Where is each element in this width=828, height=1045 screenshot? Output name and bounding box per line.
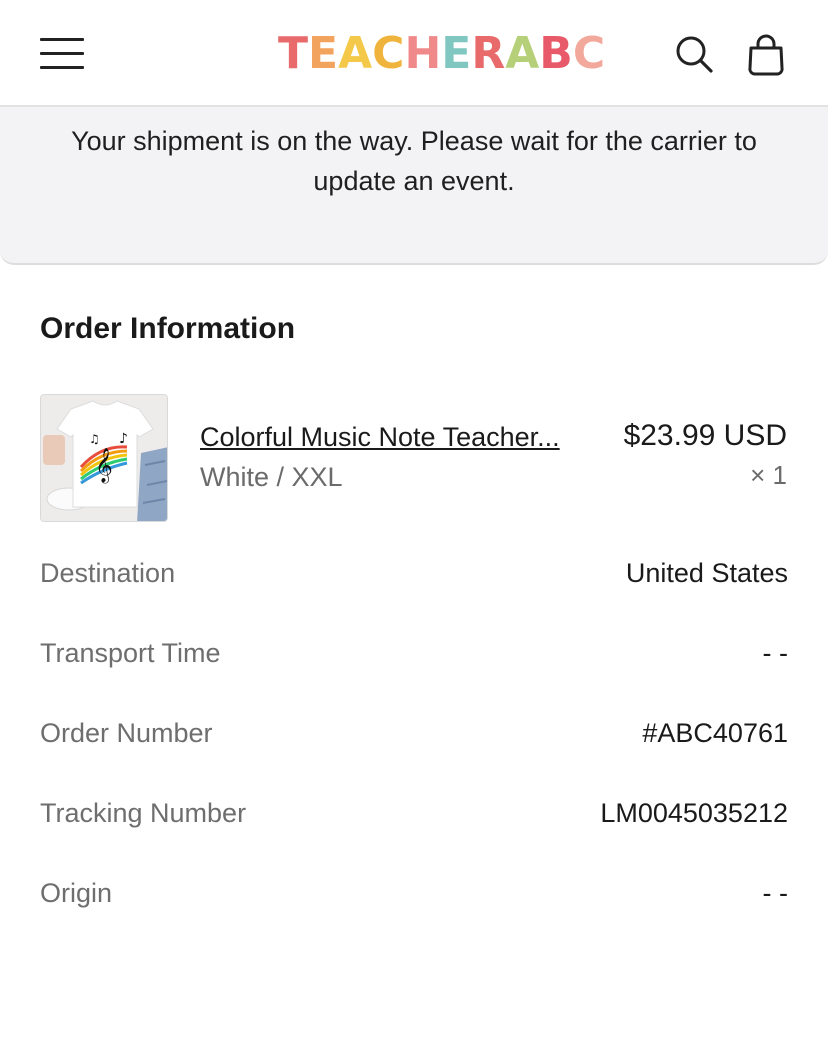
logo-letter: B — [539, 28, 573, 79]
bag-icon[interactable] — [746, 34, 786, 76]
menu-bar — [40, 52, 84, 55]
notice-text: Your shipment is on the way. Please wait… — [71, 126, 757, 196]
logo-letter: C — [572, 28, 606, 79]
logo-letter: T — [278, 28, 309, 79]
logo-letter: A — [505, 28, 540, 79]
destination-row: Destination United States — [40, 553, 788, 593]
product-image[interactable]: 𝄞 ♪ ♫ — [40, 394, 168, 522]
origin-value: - - — [762, 878, 788, 908]
tshirt-image: 𝄞 ♪ ♫ — [41, 395, 167, 521]
origin-row: Origin - - — [40, 873, 788, 913]
order-number-value: #ABC40761 — [642, 718, 788, 748]
order-number-row: Order Number #ABC40761 — [40, 713, 788, 753]
product-title-link[interactable]: Colorful Music Note Teacher... — [200, 419, 585, 455]
menu-icon[interactable] — [40, 38, 84, 70]
search-icon[interactable] — [674, 34, 714, 74]
svg-text:𝄞: 𝄞 — [95, 448, 113, 484]
product-price: $23.99 USD — [623, 419, 787, 452]
tracking-number-label: Tracking Number — [40, 798, 247, 828]
brand-logo[interactable]: TEACHERABC — [278, 30, 605, 78]
destination-label: Destination — [40, 558, 176, 588]
logo-letter: E — [441, 28, 472, 79]
shipment-notice: Your shipment is on the way. Please wait… — [0, 107, 828, 265]
site-header: TEACHERABC — [0, 0, 828, 107]
tracking-number-value[interactable]: LM0045035212 — [600, 793, 788, 833]
transport-time-row: Transport Time - - — [40, 633, 788, 673]
order-number-label: Order Number — [40, 718, 213, 748]
menu-bar — [40, 66, 84, 69]
logo-letter: E — [308, 28, 339, 79]
logo-letter: A — [338, 28, 373, 79]
svg-text:♪: ♪ — [119, 431, 128, 447]
menu-bar — [40, 38, 84, 41]
logo-letter: H — [404, 28, 442, 79]
destination-value: United States — [625, 558, 788, 588]
logo-letter: C — [372, 28, 405, 79]
section-title: Order Information — [40, 312, 296, 345]
svg-text:♫: ♫ — [89, 432, 100, 446]
origin-label: Origin — [40, 878, 113, 908]
logo-letter: R — [471, 28, 506, 79]
tracking-number-row: Tracking Number LM0045035212 — [40, 793, 788, 833]
product-quantity: × 1 — [750, 460, 787, 490]
transport-time-label: Transport Time — [40, 638, 221, 668]
transport-time-value: - - — [762, 638, 788, 668]
search-icon-graphic — [676, 36, 713, 73]
product-variant: White / XXL — [200, 462, 343, 492]
bag-icon-graphic — [748, 34, 784, 76]
